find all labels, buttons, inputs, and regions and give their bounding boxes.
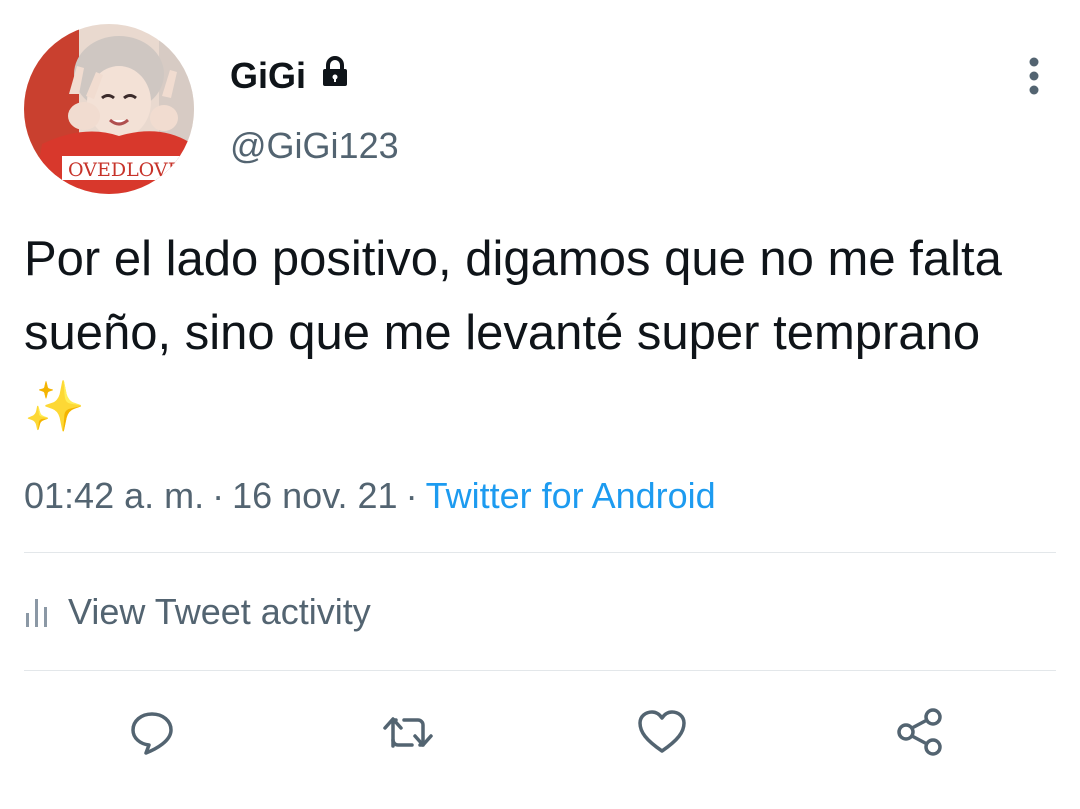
meta-separator: ·: [405, 475, 418, 516]
heart-icon: [638, 710, 686, 753]
view-tweet-activity-label: View Tweet activity: [68, 591, 371, 632]
meta-separator: ·: [212, 475, 225, 516]
more-vertical-icon: [1029, 57, 1039, 95]
bar-chart-icon: [26, 599, 47, 627]
lock-icon: [318, 52, 352, 100]
tweet-actions-bar: [0, 702, 1080, 762]
tweet-time[interactable]: 01:42 a. m.: [24, 475, 204, 516]
like-button[interactable]: [632, 702, 692, 762]
retweet-icon: [383, 717, 433, 748]
user-handle[interactable]: @GiGi123: [230, 122, 399, 170]
divider: [24, 670, 1056, 671]
share-icon: [897, 708, 942, 756]
avatar-image: OVEDLOVE: [24, 24, 194, 194]
display-name[interactable]: GiGi: [230, 52, 306, 100]
avatar[interactable]: OVEDLOVE: [24, 24, 194, 194]
divider: [24, 552, 1056, 553]
retweet-button[interactable]: [378, 702, 438, 762]
view-tweet-activity-button[interactable]: View Tweet activity: [24, 588, 371, 636]
tweet-date[interactable]: 16 nov. 21: [232, 475, 397, 516]
avatar-shirt-text: OVEDLOVE: [68, 159, 182, 181]
display-name-row: GiGi: [230, 52, 352, 100]
tweet-text: Por el lado positivo, digamos que no me …: [24, 232, 1002, 434]
share-button[interactable]: [890, 702, 950, 762]
tweet-meta: 01:42 a. m. · 16 nov. 21 · Twitter for Andro…: [24, 472, 716, 520]
tweet-source-link[interactable]: Twitter for Android: [426, 475, 716, 516]
reply-button[interactable]: [122, 702, 182, 762]
comment-icon: [131, 712, 173, 755]
more-options-button[interactable]: [1012, 52, 1056, 100]
